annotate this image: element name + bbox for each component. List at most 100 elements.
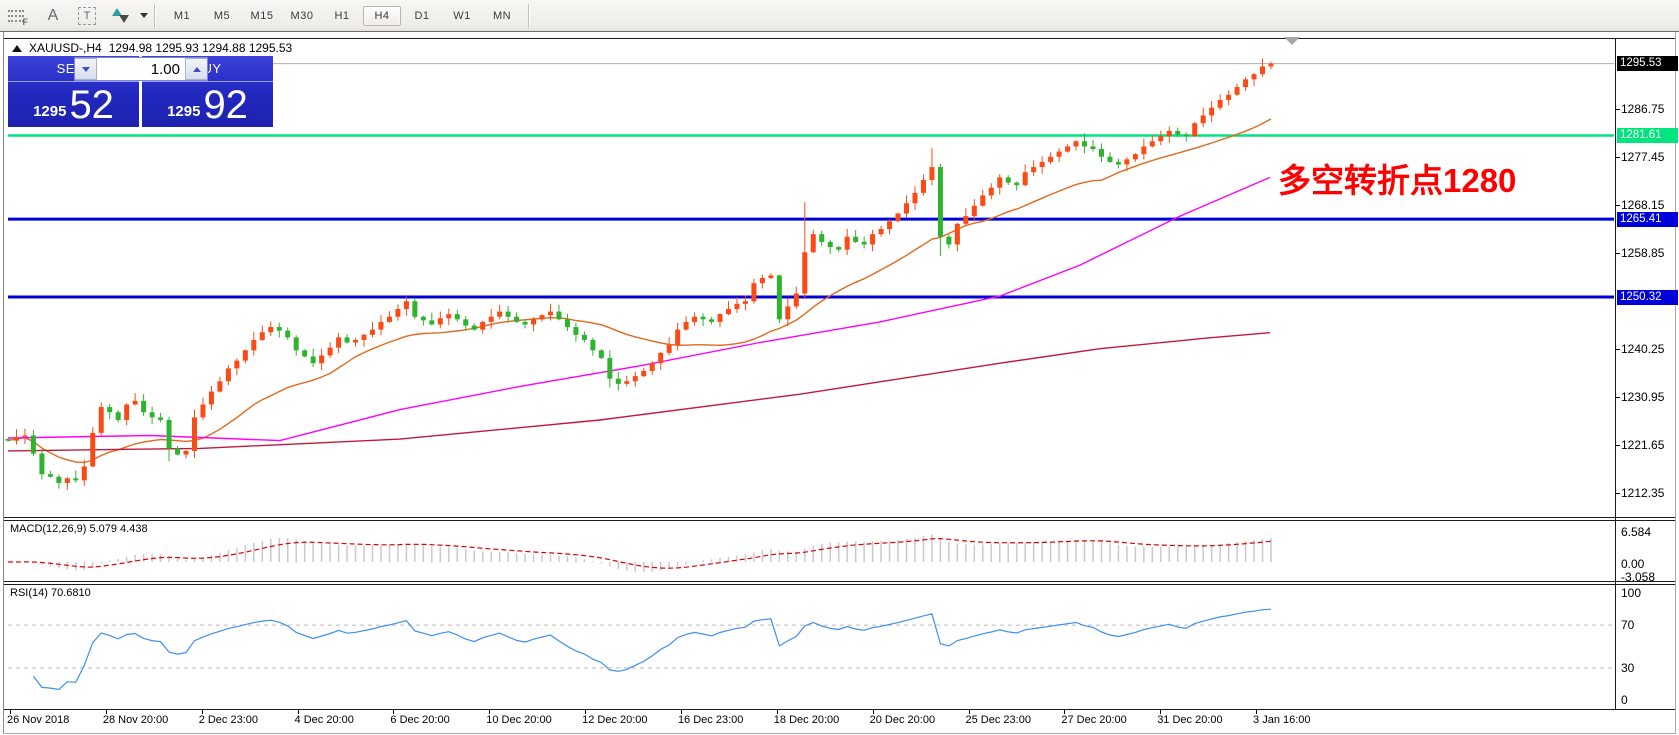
time-tick-label: 20 Dec 20:00 xyxy=(870,714,935,726)
candle-body xyxy=(65,478,70,483)
sell-price[interactable]: 1295 52 xyxy=(8,83,139,127)
candle-body xyxy=(260,332,265,340)
candle-body xyxy=(184,451,189,455)
candle-body xyxy=(412,301,417,316)
candle-body xyxy=(294,337,299,350)
volume-increase-button[interactable] xyxy=(185,58,207,80)
candle-body xyxy=(929,167,934,180)
candle-body xyxy=(285,331,290,338)
candle-body xyxy=(616,379,621,384)
candle-body xyxy=(1209,108,1214,116)
candle-body xyxy=(1201,115,1206,123)
candle-body xyxy=(718,314,723,322)
time-tick-label: 10 Dec 20:00 xyxy=(486,714,551,726)
candle-body xyxy=(73,478,78,480)
candle-body xyxy=(22,435,27,437)
candle-body xyxy=(751,283,756,301)
candle-body xyxy=(726,309,731,314)
candle-body xyxy=(768,275,773,278)
candle-body xyxy=(1107,157,1112,162)
chart-title-ohlc: 1294.98 1295.93 1294.88 1295.53 xyxy=(109,41,293,55)
candle-body xyxy=(658,353,663,363)
candle-body xyxy=(14,437,19,441)
candle-body xyxy=(370,330,375,335)
time-tick-label: 6 Dec 20:00 xyxy=(390,714,449,726)
price-tick-mark xyxy=(1615,253,1620,254)
candle-body xyxy=(692,317,697,322)
candle-body xyxy=(387,317,392,322)
price-tick-mark xyxy=(1615,205,1620,206)
volume-decrease-button[interactable] xyxy=(75,58,97,80)
macd-signal-line xyxy=(8,539,1271,569)
rsi-plot[interactable] xyxy=(8,609,1614,689)
price-tick-label: 1277.45 xyxy=(1621,150,1664,164)
candle-body xyxy=(209,392,214,405)
candle-body xyxy=(489,317,494,322)
price-tick-label: 1240.25 xyxy=(1621,342,1664,356)
candle-body xyxy=(311,356,316,363)
price-tick-mark xyxy=(1615,445,1620,446)
candle-body xyxy=(1133,154,1138,159)
candle-body xyxy=(90,433,95,467)
candle-body xyxy=(802,252,807,293)
candle-body xyxy=(1116,162,1121,165)
candle-body xyxy=(1235,87,1240,95)
candle-body xyxy=(667,345,672,353)
candle-body xyxy=(1192,123,1197,136)
candle-body xyxy=(1226,95,1231,100)
candle-body xyxy=(319,355,324,363)
candle-body xyxy=(514,317,519,322)
candle-body xyxy=(684,322,689,330)
candle-body xyxy=(234,361,239,369)
rsi-axis-label: 0 xyxy=(1621,693,1628,707)
buy-price[interactable]: 1295 92 xyxy=(142,83,273,127)
candle-body xyxy=(946,237,951,245)
time-tick-label: 16 Dec 23:00 xyxy=(678,714,743,726)
candle-body xyxy=(879,229,884,234)
price-tick-mark xyxy=(1615,397,1620,398)
medium-ma-line[interactable] xyxy=(8,177,1270,440)
candle-body xyxy=(989,188,994,196)
slow-ma-line[interactable] xyxy=(8,333,1270,451)
candle-body xyxy=(56,477,61,483)
symbol-triangle-icon xyxy=(12,45,22,52)
candle-body xyxy=(328,348,333,356)
candle-body xyxy=(39,454,44,475)
candle-body xyxy=(624,381,629,384)
candle-body xyxy=(904,203,909,213)
candle-body xyxy=(599,350,604,358)
candle-body xyxy=(277,327,282,331)
candle-body xyxy=(192,417,197,451)
volume-input[interactable]: 1.00 xyxy=(97,58,185,80)
chart-shift-marker-icon[interactable] xyxy=(1284,37,1300,45)
candle-body xyxy=(1141,146,1146,154)
time-tick-label: 2 Dec 23:00 xyxy=(199,714,258,726)
time-tick-label: 26 Nov 2018 xyxy=(7,714,69,726)
price-tick-label: 1221.65 xyxy=(1621,438,1664,452)
candle-body xyxy=(523,322,528,325)
candle-body xyxy=(709,319,714,322)
candle-body xyxy=(887,221,892,229)
fast-ma-line[interactable] xyxy=(8,119,1271,463)
candle-body xyxy=(1218,100,1223,108)
candle-body xyxy=(200,404,205,417)
price-tick-label: 1258.85 xyxy=(1621,246,1664,260)
candle-body xyxy=(353,340,358,343)
sell-price-big: 52 xyxy=(69,85,114,125)
rsi-label: RSI(14) 70.6810 xyxy=(10,587,91,599)
candle-body xyxy=(1048,157,1053,162)
price-tick-mark xyxy=(1615,493,1620,494)
time-tick-label: 28 Nov 20:00 xyxy=(103,714,168,726)
level-price-badge: 1250.32 xyxy=(1617,290,1678,305)
candle-body xyxy=(938,167,943,237)
candle-body xyxy=(251,340,256,350)
candle-body xyxy=(1090,146,1095,149)
mt4-window: F A T M1M5M15M30H1H4D1W1MN xyxy=(0,0,1679,735)
buy-price-small: 1295 xyxy=(167,103,200,120)
candle-body xyxy=(446,314,451,318)
candle-body xyxy=(1040,162,1045,167)
candle-body xyxy=(633,376,638,381)
candle-body xyxy=(217,381,222,391)
macd-plot[interactable] xyxy=(8,534,1271,572)
candle-body xyxy=(760,278,765,283)
